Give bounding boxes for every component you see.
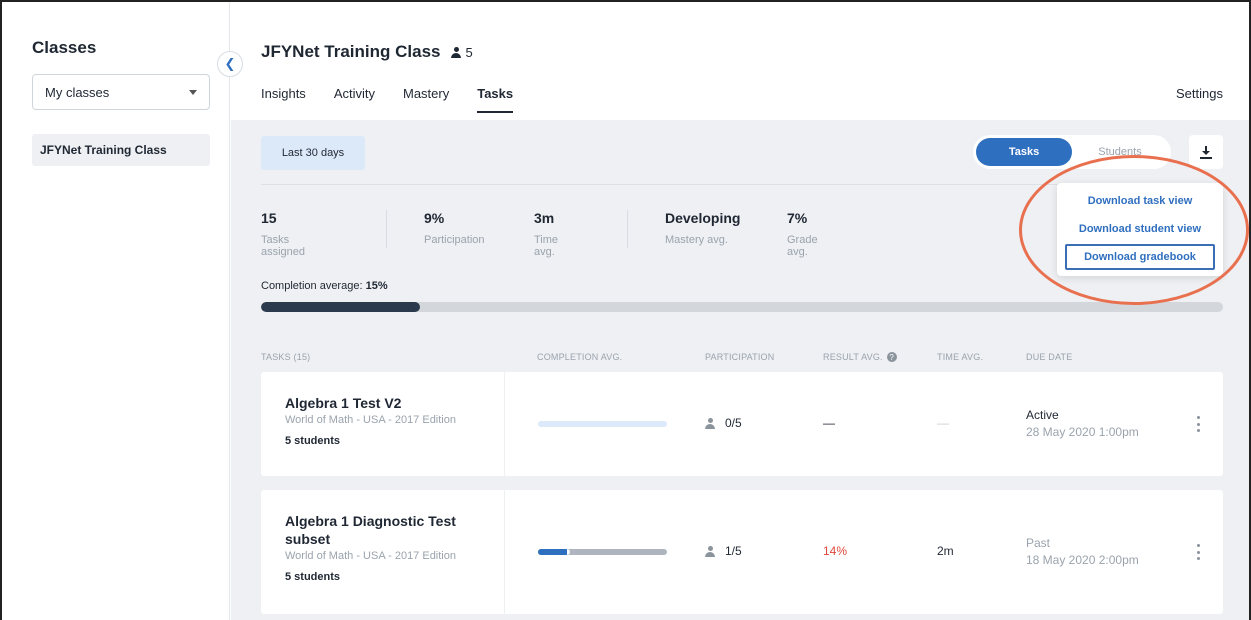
stat-label: Grade avg. bbox=[787, 234, 818, 258]
result-cell: — bbox=[823, 416, 835, 430]
stat-value: 15 bbox=[261, 210, 277, 226]
stat-value: 7% bbox=[787, 210, 808, 226]
tab-activity[interactable]: Activity bbox=[334, 86, 375, 113]
person-icon bbox=[705, 545, 715, 557]
completion-average-label: Completion average: 15% bbox=[261, 280, 388, 292]
column-header-completion[interactable]: COMPLETION AVG. bbox=[537, 352, 622, 362]
completion-label-text: Completion average: bbox=[261, 280, 363, 292]
toggle-tasks[interactable]: Tasks bbox=[976, 138, 1072, 166]
sidebar-title: Classes bbox=[32, 38, 97, 57]
task-students: 5 students bbox=[285, 571, 341, 583]
table-row[interactable]: Algebra 1 Test V2 World of Math - USA - … bbox=[261, 372, 1223, 476]
download-menu: Download task view Download student view… bbox=[1057, 183, 1223, 276]
page-title: JFYNet Training Class bbox=[261, 42, 441, 61]
tab-tasks[interactable]: Tasks bbox=[477, 86, 513, 113]
completion-progress-fill bbox=[261, 302, 420, 312]
time-cell: 2m bbox=[937, 544, 954, 558]
more-options-icon[interactable] bbox=[1196, 544, 1200, 560]
tab-bar: Insights Activity Mastery Tasks bbox=[261, 86, 541, 113]
stat-participation: 9% Participation bbox=[424, 210, 485, 246]
task-students: 5 students bbox=[285, 435, 341, 447]
due-date: 18 May 2020 2:00pm bbox=[1026, 553, 1139, 567]
stat-label: Participation bbox=[424, 234, 485, 246]
stat-label: Time avg. bbox=[534, 234, 559, 258]
column-header-result-label: RESULT AVG. bbox=[823, 352, 883, 362]
task-source: World of Math - USA - 2017 Edition bbox=[285, 550, 456, 562]
column-header-time[interactable]: TIME AVG. bbox=[937, 352, 983, 362]
participation-value: 0/5 bbox=[725, 416, 742, 430]
download-button[interactable] bbox=[1189, 135, 1223, 169]
chevron-left-icon: ❮ bbox=[224, 56, 236, 71]
sidebar: Classes My classes JFYNet Training Class bbox=[2, 2, 230, 620]
participation-cell: 1/5 bbox=[705, 544, 742, 558]
view-toggle: Tasks Students bbox=[973, 135, 1171, 169]
download-icon bbox=[1200, 145, 1212, 159]
info-icon[interactable]: ? bbox=[886, 352, 897, 362]
task-info: Algebra 1 Diagnostic Test subset World o… bbox=[261, 490, 505, 614]
table-row[interactable]: Algebra 1 Diagnostic Test subset World o… bbox=[261, 490, 1223, 614]
class-title: JFYNet Training Class 5 bbox=[261, 42, 473, 62]
stat-label: Mastery avg. bbox=[665, 234, 728, 246]
settings-link[interactable]: Settings bbox=[1176, 86, 1223, 101]
class-filter-value: My classes bbox=[45, 84, 110, 100]
sidebar-item-class[interactable]: JFYNet Training Class bbox=[32, 134, 210, 166]
stat-mastery-avg: Developing Mastery avg. bbox=[665, 210, 740, 246]
due-date: 28 May 2020 1:00pm bbox=[1026, 425, 1139, 439]
task-source: World of Math - USA - 2017 Edition bbox=[285, 414, 456, 426]
class-filter-select[interactable]: My classes bbox=[32, 74, 210, 110]
stat-label: Tasks assigned bbox=[261, 234, 306, 258]
task-info: Algebra 1 Test V2 World of Math - USA - … bbox=[261, 372, 505, 476]
tab-insights[interactable]: Insights bbox=[261, 86, 306, 113]
column-header-participation[interactable]: PARTICIPATION bbox=[705, 352, 774, 362]
stat-value: 3m bbox=[534, 210, 555, 226]
column-header-due-date[interactable]: DUE DATE bbox=[1026, 352, 1072, 362]
collapse-sidebar-button[interactable]: ❮ bbox=[217, 51, 243, 77]
task-title[interactable]: Algebra 1 Diagnostic Test subset bbox=[285, 512, 480, 548]
due-status: Active bbox=[1026, 408, 1059, 422]
person-icon bbox=[450, 46, 461, 58]
completion-mini-fill bbox=[538, 549, 570, 555]
due-status: Past bbox=[1026, 536, 1051, 550]
stat-divider bbox=[386, 210, 387, 248]
result-cell: 14% bbox=[823, 544, 848, 558]
completion-progress-bar bbox=[261, 302, 1223, 312]
stat-value: 9% bbox=[424, 210, 445, 226]
tab-mastery[interactable]: Mastery bbox=[403, 86, 449, 113]
task-title[interactable]: Algebra 1 Test V2 bbox=[285, 394, 480, 412]
chevron-down-icon bbox=[189, 89, 197, 95]
completion-mini-bar bbox=[538, 421, 667, 427]
more-options-icon[interactable] bbox=[1196, 416, 1200, 432]
student-count: 5 bbox=[450, 44, 473, 60]
stat-grade-avg: 7% Grade avg. bbox=[787, 210, 818, 258]
person-icon bbox=[705, 417, 715, 429]
download-student-view-item[interactable]: Download student view bbox=[1065, 216, 1215, 242]
stat-divider bbox=[627, 210, 628, 248]
participation-value: 1/5 bbox=[725, 544, 742, 558]
date-range-filter[interactable]: Last 30 days bbox=[261, 136, 365, 170]
download-gradebook-item[interactable]: Download gradebook bbox=[1065, 244, 1215, 270]
download-task-view-item[interactable]: Download task view bbox=[1065, 188, 1215, 214]
student-count-value: 5 bbox=[465, 44, 473, 60]
time-cell: — bbox=[937, 416, 949, 430]
due-date-cell: Active 28 May 2020 1:00pm bbox=[1026, 408, 1139, 439]
due-date-cell: Past 18 May 2020 2:00pm bbox=[1026, 536, 1139, 567]
toggle-students[interactable]: Students bbox=[1072, 138, 1168, 166]
participation-cell: 0/5 bbox=[705, 416, 742, 430]
stat-value: Developing bbox=[665, 210, 741, 226]
sidebar-item-label: JFYNet Training Class bbox=[40, 143, 167, 157]
completion-value: 15% bbox=[365, 280, 388, 292]
column-header-tasks[interactable]: TASKS (15) bbox=[261, 352, 310, 362]
stat-time-avg: 3m Time avg. bbox=[534, 210, 558, 258]
stat-tasks-assigned: 15 Tasks assigned bbox=[261, 210, 305, 258]
page-header: JFYNet Training Class 5 Insights Activit… bbox=[231, 2, 1249, 120]
column-header-result[interactable]: RESULT AVG. ? bbox=[823, 352, 897, 362]
